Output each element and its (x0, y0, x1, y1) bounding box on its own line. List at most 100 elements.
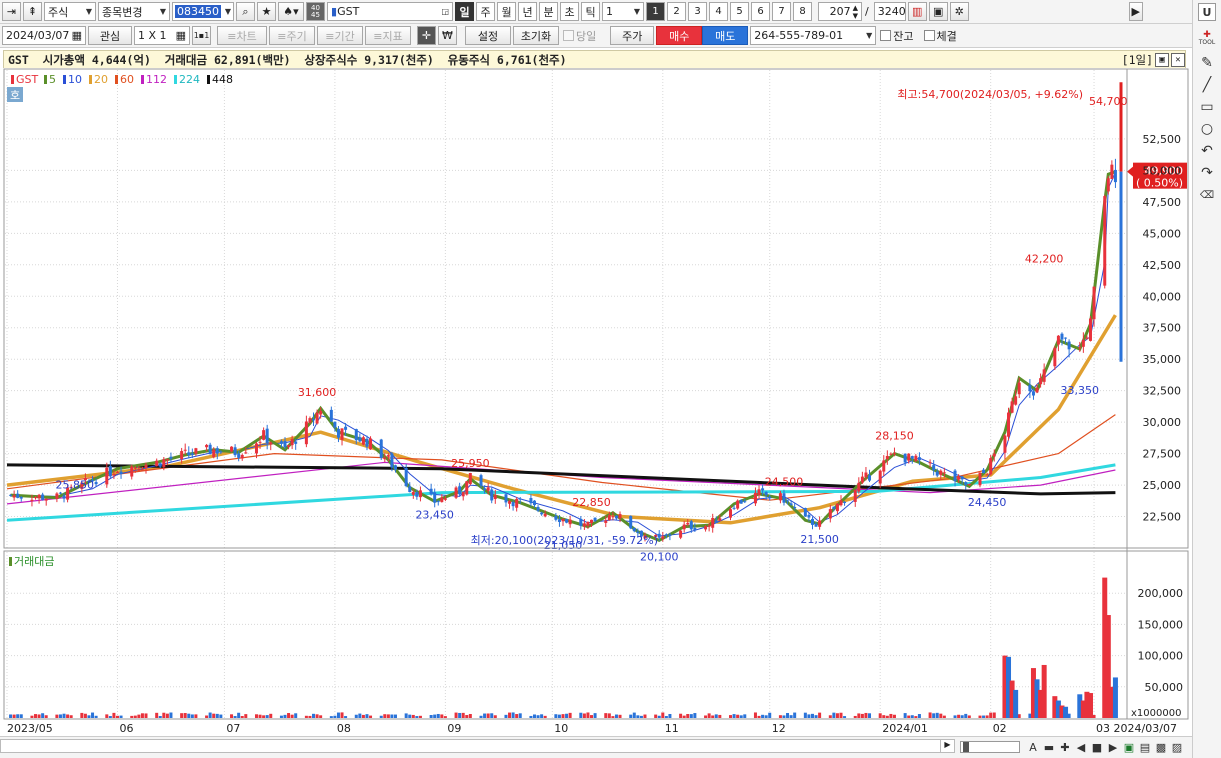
volume-bar-small (711, 715, 715, 718)
legend-swatch (207, 75, 210, 84)
preset-5[interactable]: 5 (730, 2, 749, 21)
period-second[interactable]: 초 (560, 2, 579, 21)
sameday-checkbox[interactable]: 당일 (563, 28, 596, 44)
undo-icon[interactable]: ↶ (1198, 142, 1216, 160)
period-day[interactable]: 일 (455, 2, 474, 21)
volume-bar-small (155, 712, 159, 718)
chart-button[interactable]: ≡차트 (217, 26, 267, 45)
line-icon[interactable]: ╱ (1198, 76, 1216, 94)
crosshair-icon[interactable]: ✛ (417, 26, 436, 45)
period-tick[interactable]: 틱 (581, 2, 600, 21)
preset-2[interactable]: 2 (667, 2, 686, 21)
candle-body (254, 443, 258, 454)
preset-4[interactable]: 4 (709, 2, 728, 21)
horizontal-scrollbar[interactable]: ▶ (0, 739, 955, 753)
market-select[interactable]: 주식 ▼ (44, 2, 96, 21)
candle-body (212, 449, 216, 458)
scroll-right-icon[interactable]: ▶ (940, 740, 954, 752)
candle-body (757, 489, 761, 495)
candle-body (58, 492, 62, 494)
spade-icon[interactable]: ♠▾ (278, 2, 304, 21)
rectangle-icon[interactable]: ▭ (1198, 98, 1216, 116)
clear-all-icon[interactable]: ⌫ (1198, 186, 1216, 204)
price-button[interactable]: 주가 (610, 26, 655, 45)
preset-1[interactable]: 1 (646, 2, 665, 21)
close-icon[interactable]: ✕ (1171, 52, 1185, 67)
range-button[interactable]: ≡기간 (317, 26, 363, 45)
volume-bar-small (208, 712, 212, 718)
won-button[interactable]: ₩ (438, 26, 457, 45)
zoom-thumb[interactable] (963, 742, 969, 752)
stock-code-input[interactable]: 083450 ▼ (172, 2, 234, 21)
scroll-right-icon[interactable]: ▶ (1128, 2, 1143, 21)
circle-icon[interactable]: ○ (1198, 120, 1216, 138)
volume-bar-small (604, 713, 608, 718)
table-icon[interactable]: ▤ (1138, 740, 1152, 754)
period-minute[interactable]: 분 (539, 2, 558, 21)
date-input[interactable]: 2024/03/07 ▦ (2, 26, 86, 45)
info-badge[interactable]: 40 45 (306, 2, 325, 21)
watch-button[interactable]: 관심 (88, 26, 132, 45)
redo-icon[interactable]: ↷ (1198, 164, 1216, 182)
volume-bar-small (810, 713, 814, 718)
volume-bar-small (607, 713, 611, 718)
balance-checkbox[interactable]: 잔고 (880, 28, 914, 44)
zoom-slider[interactable] (960, 741, 1020, 753)
stop-icon[interactable]: ■ (1090, 740, 1104, 754)
preset-8[interactable]: 8 (793, 2, 812, 21)
star-icon[interactable]: ★ (257, 2, 276, 21)
search-icon[interactable]: ⌕ (236, 2, 255, 21)
candle-icon[interactable]: ▥ (907, 2, 927, 21)
tool-plus-icon[interactable]: ✚ TOOL (1198, 30, 1216, 48)
layout-button[interactable]: 1▪1 (192, 26, 211, 45)
stock-name-field[interactable]: ▮GST ◲ (327, 2, 453, 21)
gear-icon[interactable]: ✲ (949, 2, 969, 21)
reset-button[interactable]: 초기화 (513, 26, 559, 45)
rewind-icon[interactable]: ◀ (1074, 740, 1088, 754)
page-current-input[interactable]: 207 ▲ ▼ (818, 2, 862, 21)
candle-body (882, 460, 886, 472)
top-icon[interactable]: ⇞ (23, 2, 42, 21)
pin-icon[interactable]: ⇥ (2, 2, 21, 21)
indicator-button[interactable]: ≡지표 (365, 26, 411, 45)
candle-body (219, 451, 223, 453)
period-year[interactable]: 년 (518, 2, 537, 21)
price-label: 21,500 (800, 533, 839, 546)
volume-bar-small (279, 715, 283, 718)
save-icon[interactable]: ▣ (928, 2, 948, 21)
play-icon[interactable]: ▶ (1106, 740, 1120, 754)
expand-icon[interactable]: ▩ (1154, 740, 1168, 754)
fullscreen-icon[interactable]: ▨ (1170, 740, 1184, 754)
candle-body (55, 493, 59, 499)
account-select[interactable]: 264-555-789-01 ▼ (750, 26, 877, 45)
price-chart[interactable]: 25,85031,60023,45025,95022,85021,05020,1… (3, 68, 1189, 736)
grid-select[interactable]: 1 X 1 ▦ (134, 26, 190, 45)
volume-bar-small (105, 714, 109, 718)
preset-7[interactable]: 7 (772, 2, 791, 21)
excel-icon[interactable]: ▣ (1122, 740, 1136, 754)
period-month[interactable]: 월 (497, 2, 516, 21)
zoom-a-icon[interactable]: A (1026, 740, 1040, 754)
preset-3[interactable]: 3 (688, 2, 707, 21)
buy-button[interactable]: 매수 (656, 26, 703, 45)
zoom-out-icon[interactable]: ▬ (1042, 740, 1056, 754)
period-count-select[interactable]: 1 ▼ (602, 2, 644, 21)
u-button[interactable]: U (1198, 3, 1216, 21)
candle-body (144, 464, 148, 468)
preset-6[interactable]: 6 (751, 2, 770, 21)
period-week[interactable]: 주 (476, 2, 495, 21)
pencil-icon[interactable]: ✎ (1198, 54, 1216, 72)
filled-checkbox[interactable]: 체결 (923, 28, 957, 44)
cycle-button[interactable]: ≡주기 (269, 26, 315, 45)
restore-icon[interactable]: ▣ (1155, 52, 1169, 67)
sell-button[interactable]: 매도 (702, 26, 749, 45)
volume-bar-small (736, 714, 740, 718)
candle-body (504, 494, 508, 503)
candle-body (386, 455, 390, 457)
zoom-in-icon[interactable]: ✚ (1058, 740, 1072, 754)
change-stock-select[interactable]: 종목변경 ▼ (98, 2, 170, 21)
x-tick-label: 2024/01 (882, 722, 928, 735)
volume-bar-small (9, 714, 13, 718)
settings-button[interactable]: 설정 (465, 26, 511, 45)
candle-body (814, 523, 818, 527)
